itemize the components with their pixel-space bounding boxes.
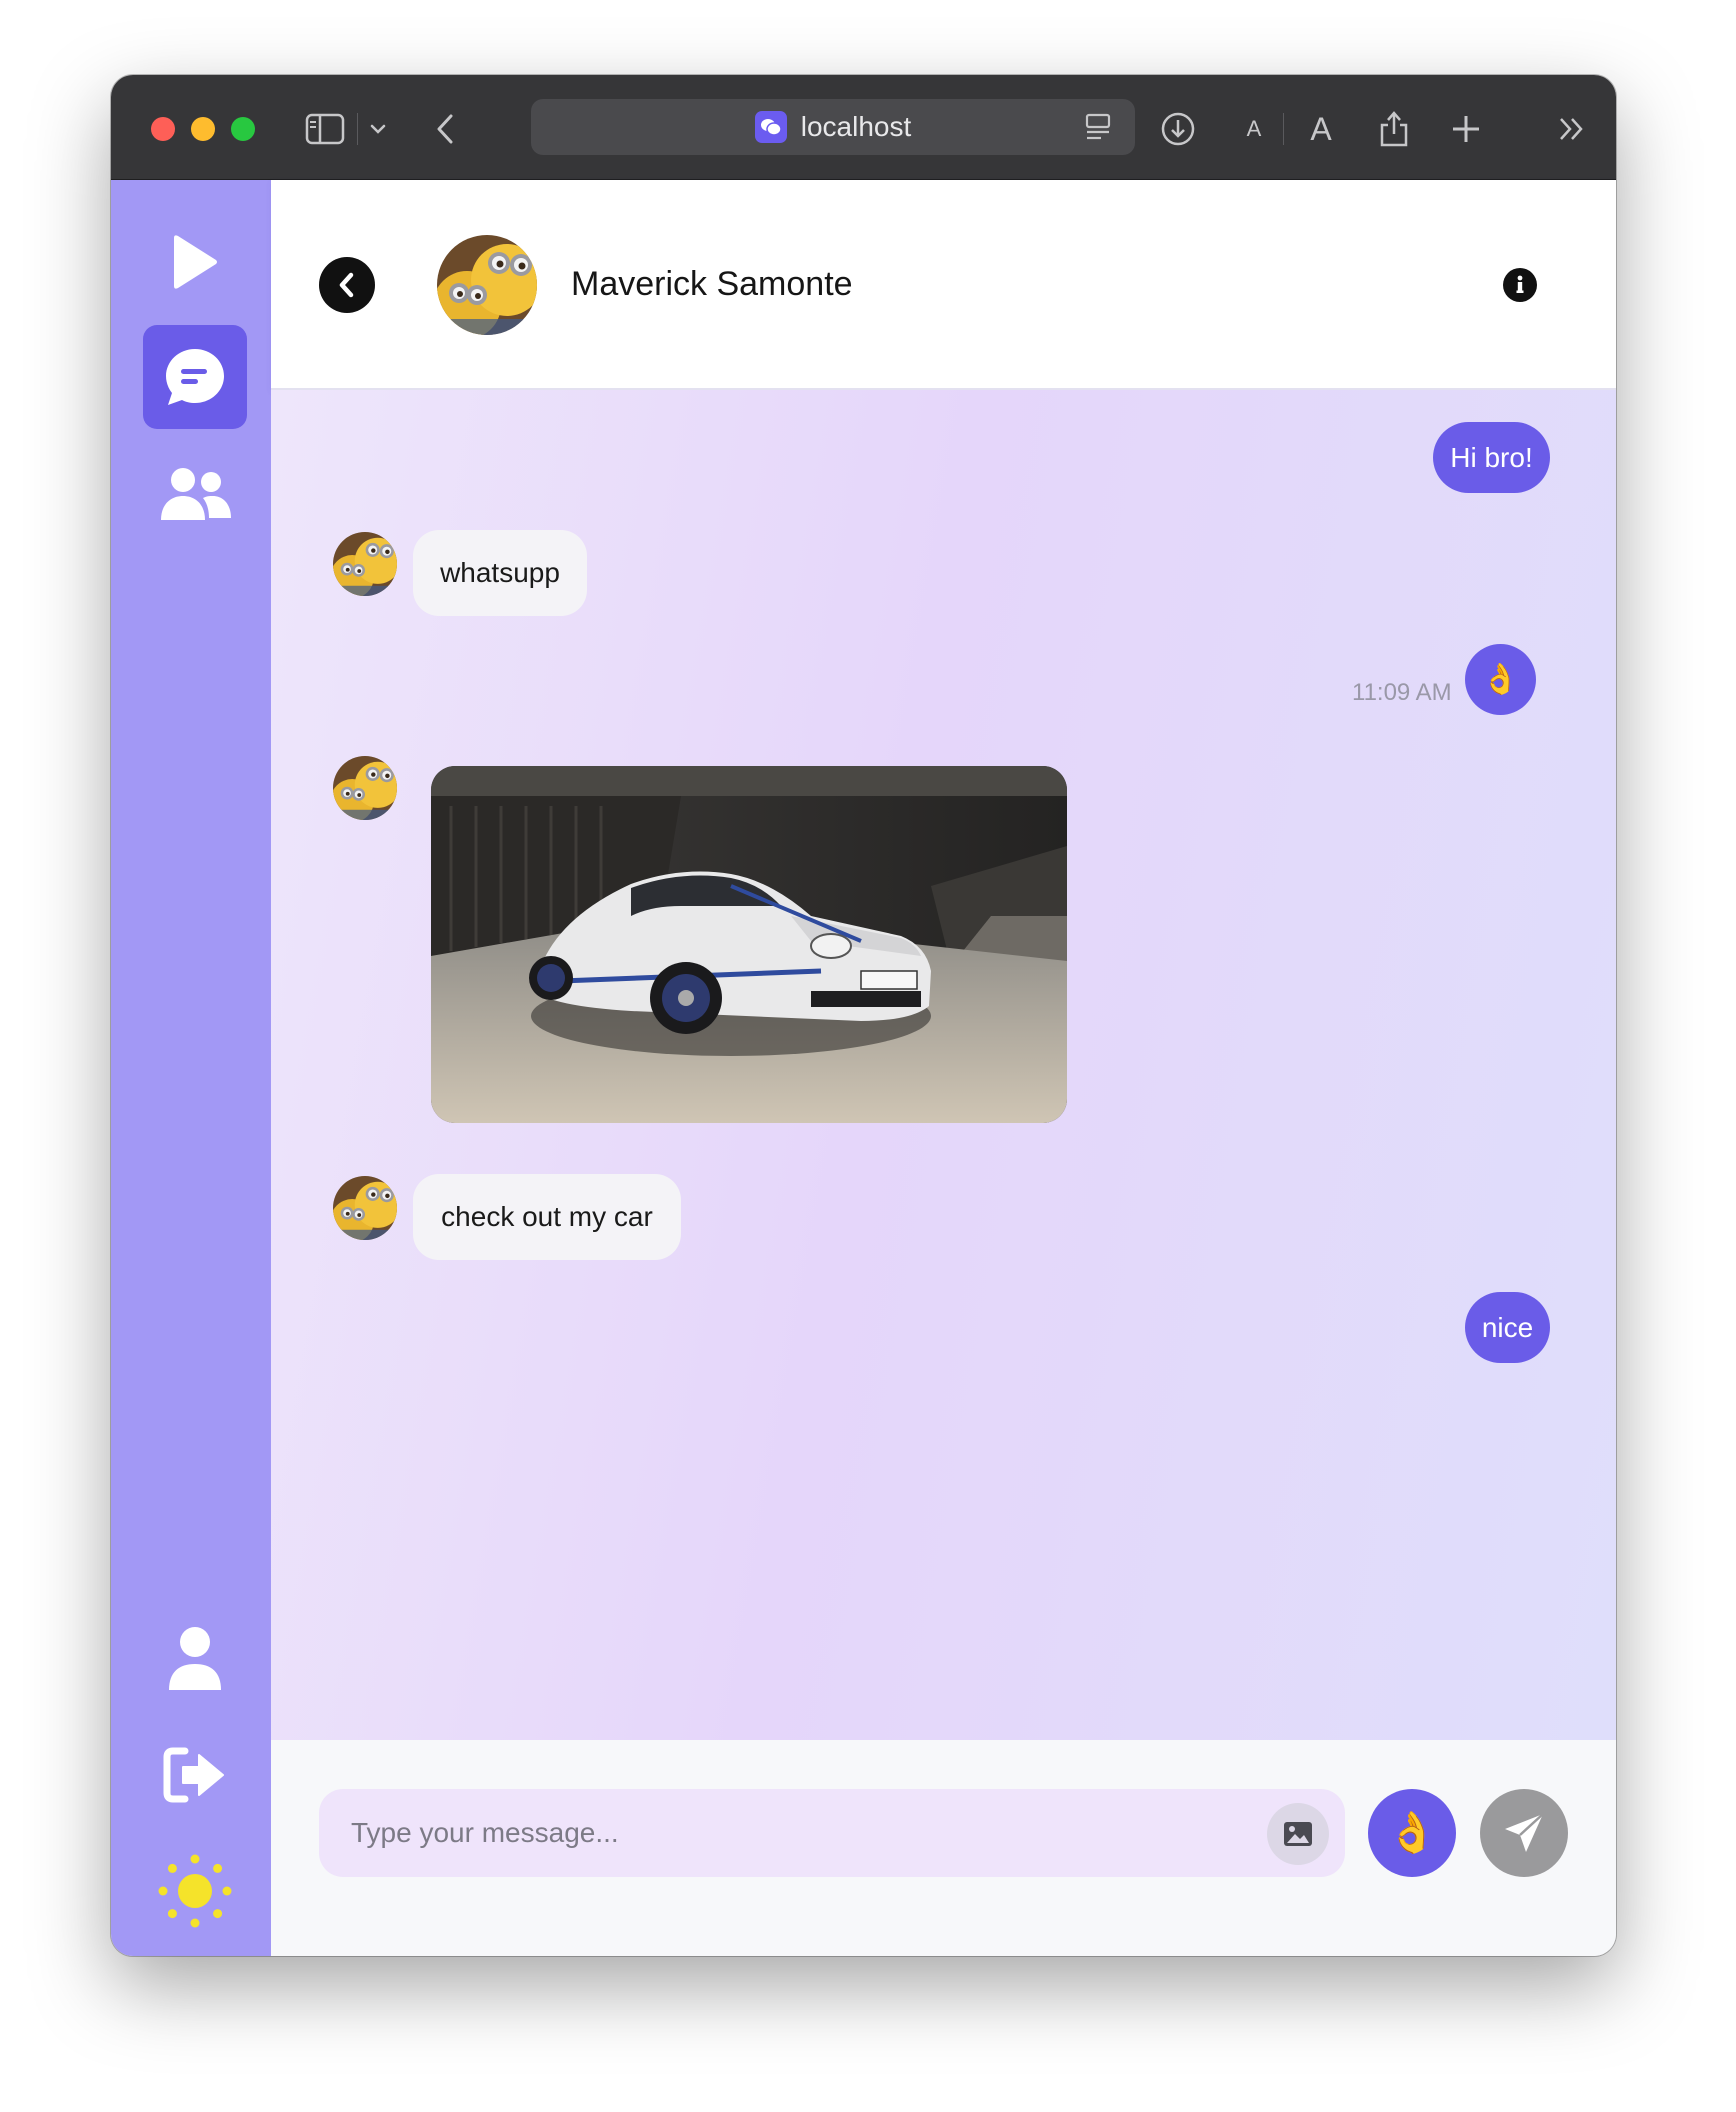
info-icon [1516,275,1524,293]
image-icon [1284,1822,1312,1846]
address-text: localhost [800,111,912,142]
app-sidebar [111,180,271,1956]
sidebar-item-logout[interactable] [143,1723,247,1827]
message-bubble-outgoing: nice [1465,1292,1550,1363]
browser-toolbar: localhost A A [111,75,1616,180]
chevron-down-icon[interactable] [366,109,390,149]
contact-avatar[interactable] [437,235,537,335]
theme-toggle-button[interactable] [143,1839,247,1943]
sidebar-item-friends[interactable] [143,442,247,546]
message-input-container [319,1789,1345,1877]
users-icon [161,468,231,520]
message-bubble-incoming: whatsupp [413,530,587,616]
sidebar-item-profile[interactable] [143,1607,247,1711]
user-icon [169,1627,221,1690]
back-button[interactable] [319,257,375,313]
message-avatar [333,756,397,820]
chat-panel: Maverick Samonte Hi bro! whatsupp 11:09 … [271,180,1616,1956]
chat-header: Maverick Samonte [271,180,1616,390]
sidebar-item-chats[interactable] [143,325,247,429]
message-timestamp: 11:09 AM [1352,679,1452,706]
quick-emoji-button[interactable]: 👌 [1368,1789,1456,1877]
decrease-font-button[interactable]: A [1239,109,1269,149]
logout-icon [163,1747,224,1803]
message-list: Hi bro! whatsupp 11:09 AM 👌 check out my… [271,390,1616,1740]
sun-icon [158,1854,232,1928]
browser-window: localhost A A Maverick Samonte Hi bro! w… [111,75,1616,1956]
message-bubble-outgoing: 👌 [1465,644,1536,715]
address-bar[interactable]: localhost [531,99,1135,155]
chat-bubble-icon [166,349,224,405]
ok-hand-emoji-icon: 👌 [1387,1811,1437,1855]
sidebar-toggle-icon[interactable] [303,109,347,149]
back-arrow-icon[interactable] [433,109,457,149]
send-icon [1505,1813,1544,1852]
chevron-left-icon [339,272,354,298]
message-input[interactable] [351,1789,1231,1877]
message-avatar [333,532,397,596]
message-image-car[interactable] [431,766,1067,1123]
message-avatar [333,1176,397,1240]
new-tab-icon[interactable] [1448,109,1484,149]
minimize-window-button[interactable] [191,117,215,141]
close-window-button[interactable] [151,117,175,141]
site-favicon-icon [754,111,787,143]
attach-image-button[interactable] [1267,1803,1329,1865]
send-button[interactable] [1480,1789,1568,1877]
contact-name: Maverick Samonte [571,265,853,303]
message-bubble-incoming: check out my car [413,1174,681,1260]
reader-view-icon[interactable] [1085,113,1111,146]
info-button[interactable] [1503,268,1537,302]
maximize-window-button[interactable] [231,117,255,141]
more-chevrons-icon[interactable] [1554,109,1590,149]
message-composer: 👌 [271,1740,1616,1956]
message-bubble-outgoing: Hi bro! [1433,422,1550,493]
increase-font-button[interactable]: A [1304,109,1338,149]
play-icon [174,235,217,289]
share-icon[interactable] [1376,109,1412,149]
sidebar-item-play[interactable] [143,210,247,314]
download-icon[interactable] [1158,109,1198,149]
